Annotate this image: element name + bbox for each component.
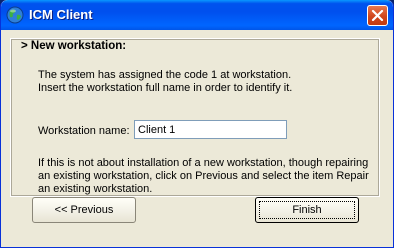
- dialog-window: ICM Client > New workstation: The system…: [0, 0, 394, 248]
- window-title: ICM Client: [29, 7, 93, 22]
- message-line-1: The system has assigned the code 1 at wo…: [38, 69, 292, 81]
- globe-icon: [6, 6, 24, 24]
- group-legend: > New workstation:: [18, 40, 130, 52]
- repair-info-message: If this is not about installation of a n…: [38, 157, 369, 195]
- dialog-body: > New workstation: The system has assign…: [4, 30, 390, 244]
- workstation-name-label: Workstation name:: [38, 125, 130, 137]
- title-bar[interactable]: ICM Client: [1, 0, 393, 30]
- previous-button[interactable]: << Previous: [32, 197, 136, 223]
- finish-button[interactable]: Finish: [255, 197, 359, 223]
- new-workstation-group: > New workstation: The system has assign…: [10, 38, 380, 197]
- focus-rect: [259, 201, 355, 219]
- assignment-message: The system has assigned the code 1 at wo…: [38, 69, 292, 95]
- workstation-name-input[interactable]: [134, 120, 287, 139]
- message-line-2: Insert the workstation full name in orde…: [38, 82, 293, 94]
- close-icon: [371, 9, 384, 22]
- close-button[interactable]: [367, 5, 388, 26]
